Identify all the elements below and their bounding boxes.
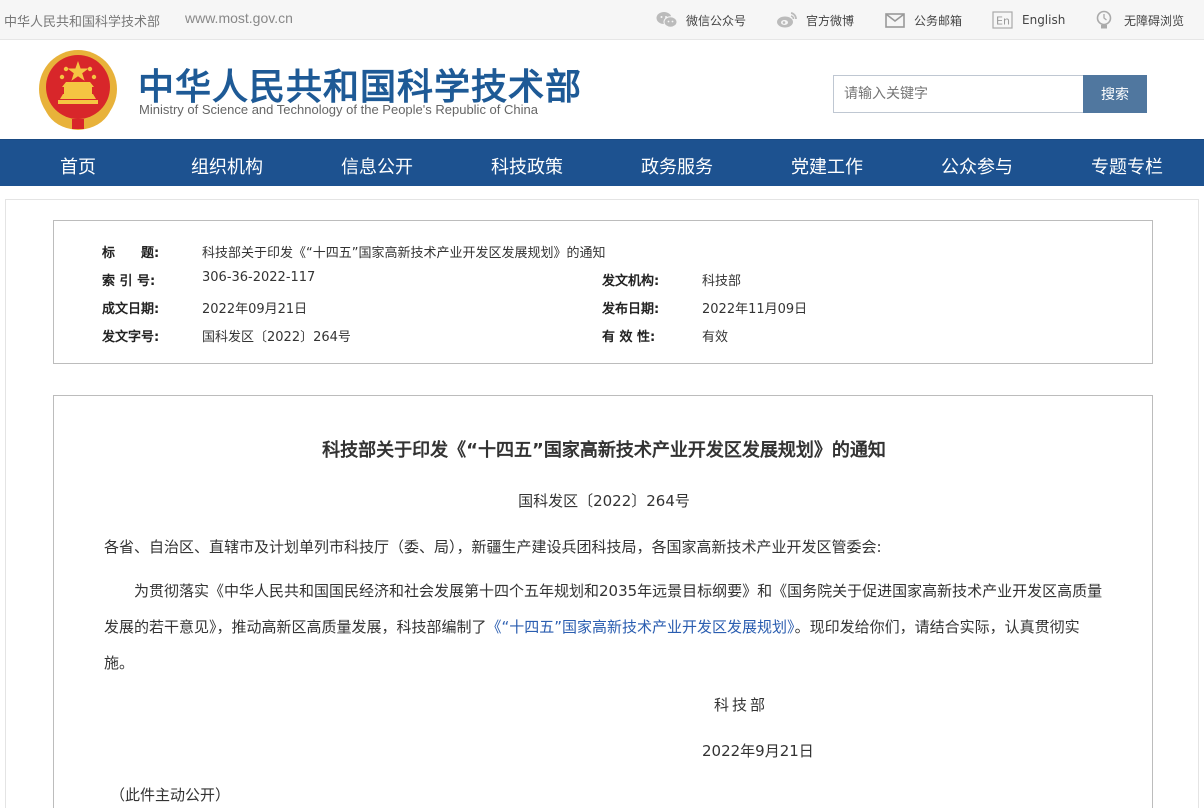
weibo-icon [777, 12, 797, 28]
site-header: 中华人民共和国科学技术部 Ministry of Science and Tec… [0, 40, 1204, 139]
english-label: English [1022, 13, 1066, 27]
meta-created-label: 成文日期: [102, 302, 160, 317]
wechat-link[interactable]: 微信公众号 [656, 8, 746, 32]
meta-published-label: 发布日期: [602, 302, 660, 317]
weibo-label: 官方微博 [806, 13, 855, 28]
national-emblem-icon[interactable] [38, 47, 118, 131]
document-signature: 科技部 [714, 696, 769, 714]
accessibility-label: 无障碍浏览 [1124, 13, 1185, 28]
nav-item-organization[interactable]: 组织机构 [191, 153, 263, 179]
search-input[interactable] [833, 75, 1084, 113]
meta-issuer-value: 科技部 [702, 274, 742, 289]
nav-item-topics[interactable]: 专题专栏 [1091, 153, 1163, 179]
meta-issuer-label: 发文机构: [602, 274, 660, 289]
meta-docno-value: 国科发区〔2022〕264号 [202, 330, 351, 345]
wechat-label: 微信公众号 [686, 13, 747, 28]
accessibility-link[interactable]: 无障碍浏览 [1094, 8, 1184, 32]
document-title: 科技部关于印发《“十四五”国家高新技术产业开发区发展规划》的通知 [322, 440, 886, 461]
nav-item-services[interactable]: 政务服务 [641, 153, 713, 179]
nav-item-public[interactable]: 公众参与 [941, 153, 1013, 179]
wechat-icon [656, 12, 678, 28]
mail-link[interactable]: 公务邮箱 [884, 8, 962, 32]
site-title-en: Ministry of Science and Technology of th… [139, 102, 538, 117]
meta-validity-label: 有 效 性: [602, 330, 656, 345]
accessibility-icon [1096, 10, 1112, 29]
english-icon: En [992, 11, 1013, 29]
nav-item-policy[interactable]: 科技政策 [491, 153, 563, 179]
document-body: 科技部关于印发《“十四五”国家高新技术产业开发区发展规划》的通知 国科发区〔20… [53, 395, 1153, 808]
nav-item-info-disclosure[interactable]: 信息公开 [341, 153, 413, 179]
meta-index-value: 306-36-2022-117 [202, 270, 316, 285]
plan-document-link[interactable]: 《“十四五”国家高新技术产业开发区发展规划》 [487, 618, 795, 636]
nav-item-home[interactable]: 首页 [60, 153, 96, 179]
top-utility-bar: 中华人民共和国科学技术部 www.most.gov.cn 微信公众号 官方微博 … [0, 0, 1204, 40]
document-paragraph: 为贯彻落实《中华人民共和国国民经济和社会发展第十四个五年规划和2035年远景目标… [104, 573, 1104, 681]
site-url[interactable]: www.most.gov.cn [185, 10, 293, 26]
meta-title-value: 科技部关于印发《“十四五”国家高新技术产业开发区发展规划》的通知 [202, 246, 606, 261]
meta-created-value: 2022年09月21日 [202, 302, 308, 317]
mail-icon [885, 13, 905, 28]
document-metadata-table: 标 题: 科技部关于印发《“十四五”国家高新技术产业开发区发展规划》的通知 索 … [53, 220, 1153, 364]
meta-title-label: 标 题: [102, 246, 160, 261]
meta-docno-label: 发文字号: [102, 330, 160, 345]
search-button[interactable]: 搜索 [1083, 75, 1147, 113]
document-addressee: 各省、自治区、直辖市及计划单列市科技厅（委、局），新疆生产建设兵团科技局，各国家… [104, 538, 882, 556]
document-date: 2022年9月21日 [702, 742, 814, 760]
mail-label: 公务邮箱 [914, 13, 963, 28]
english-link[interactable]: En English [992, 8, 1065, 32]
meta-index-label: 索 引 号: [102, 274, 156, 289]
svg-text:En: En [996, 15, 1010, 28]
site-name: 中华人民共和国科学技术部 [4, 15, 161, 30]
weibo-link[interactable]: 官方微博 [776, 8, 854, 32]
main-nav: 首页 组织机构 信息公开 科技政策 政务服务 党建工作 公众参与 专题专栏 [0, 139, 1204, 186]
meta-validity-value: 有效 [702, 330, 729, 345]
meta-published-value: 2022年11月09日 [702, 302, 808, 317]
document-number: 国科发区〔2022〕264号 [518, 492, 690, 510]
nav-item-party[interactable]: 党建工作 [791, 153, 863, 179]
document-publicity-note: （此件主动公开） [110, 786, 231, 804]
